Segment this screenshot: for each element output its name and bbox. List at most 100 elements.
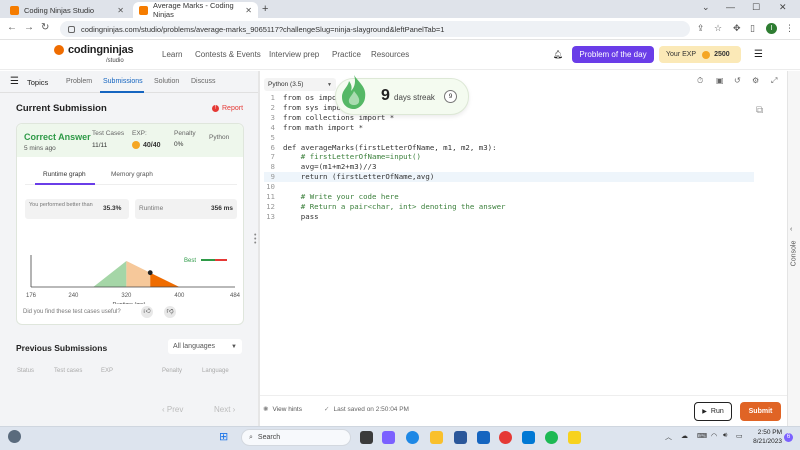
edge-icon[interactable]	[406, 431, 419, 444]
coding-ninjas-logo[interactable]: codingninjas /studio	[54, 44, 134, 64]
code-line[interactable]: 7 # firstLetterOfName=input()	[264, 152, 754, 162]
maximize-icon[interactable]: ☐	[752, 2, 760, 13]
code-line[interactable]: 4 from math import *	[264, 123, 754, 133]
copy-icon[interactable]: ⧉	[756, 105, 763, 116]
url-input[interactable]: codingninjas.com/studio/problems/average…	[60, 21, 690, 37]
code-line[interactable]: 9 return (firstLetterOfName,avg)	[264, 172, 754, 183]
nav-contests-events[interactable]: Contests & Events	[195, 50, 261, 59]
topics-menu-icon[interactable]: ☰	[10, 76, 19, 87]
report-button[interactable]: ! Report	[212, 105, 243, 112]
language-filter-select[interactable]: All languages ▼	[168, 339, 242, 354]
worse-area	[150, 272, 180, 287]
taskbar-search-input[interactable]: ⌕ Search	[241, 429, 351, 446]
next-page-button[interactable]: Next ›	[214, 405, 235, 414]
hamburger-menu-icon[interactable]: ☰	[754, 49, 763, 60]
tab-solution[interactable]: Solution	[154, 78, 179, 85]
reset-code-icon[interactable]: ↺	[734, 76, 741, 85]
weather-icon[interactable]	[8, 430, 21, 443]
clock-date[interactable]: 8/21/2023	[746, 438, 782, 445]
drag-handle-icon[interactable]: • • •	[254, 232, 256, 247]
browser-tab-average-marks[interactable]: Average Marks - Coding Ninjas ✕	[133, 1, 258, 19]
chrome-icon[interactable]	[499, 431, 512, 444]
extensions-icon[interactable]: ✥	[733, 23, 741, 34]
clock-time[interactable]: 2:50 PM	[752, 429, 782, 436]
tab-discuss[interactable]: Discuss	[191, 78, 216, 85]
close-tab-icon[interactable]: ✕	[117, 6, 124, 15]
sidepanel-icon[interactable]: ▯	[750, 23, 755, 34]
thumbs-down-icon[interactable]: 👎︎	[164, 306, 176, 318]
settings-gear-icon[interactable]: ⚙︎	[752, 76, 759, 85]
browser-menu-icon[interactable]: ⋮	[785, 23, 794, 34]
wifi-icon[interactable]: ◠	[711, 432, 717, 440]
tab-title: Coding Ninjas Studio	[24, 5, 95, 15]
language-label: Python	[209, 134, 230, 141]
code-line[interactable]: 5	[264, 133, 754, 143]
chevron-left-icon[interactable]: ‹	[790, 226, 792, 233]
notification-count-badge[interactable]: 6	[784, 433, 793, 442]
code-line[interactable]: 6 def averageMarks(firstLetterOfName, m1,…	[264, 143, 754, 153]
browser-tab-studio[interactable]: Coding Ninjas Studio ✕	[4, 2, 130, 18]
vscode-icon[interactable]	[522, 431, 535, 444]
reload-icon[interactable]: ↻	[41, 22, 49, 33]
back-icon[interactable]: ←	[7, 22, 17, 33]
task-view-icon[interactable]	[360, 431, 373, 444]
battery-icon[interactable]: ▭	[736, 432, 743, 440]
tray-overflow-icon[interactable]: ︿	[665, 432, 672, 442]
volume-icon[interactable]: 🔊︎	[723, 432, 727, 440]
tab-submissions[interactable]: Submissions	[103, 78, 143, 85]
onedrive-icon[interactable]: ☁︎	[681, 432, 688, 440]
notification-bell-icon[interactable]: 🔔︎	[553, 50, 563, 59]
code-editor[interactable]: 1 from os import * 2 from sys import * 3 from…	[264, 93, 754, 393]
tab-runtime-graph[interactable]: Runtime graph	[43, 171, 86, 178]
exp-value: 2500	[714, 51, 730, 58]
nav-practice[interactable]: Practice	[332, 50, 361, 59]
new-tab-icon[interactable]: +	[262, 3, 268, 15]
mail-icon[interactable]	[477, 431, 490, 444]
problem-of-the-day-button[interactable]: Problem of the day	[572, 46, 654, 63]
save-icon[interactable]: ▣	[716, 76, 724, 85]
nav-learn[interactable]: Learn	[162, 50, 182, 59]
pinned-app-icon[interactable]	[568, 431, 581, 444]
thumbs-up-icon[interactable]: 👍︎	[141, 306, 153, 318]
tab-search-icon[interactable]: ⌄	[702, 2, 710, 13]
code-line[interactable]: 13 pass	[264, 212, 754, 222]
tab-topics[interactable]: Topics	[27, 78, 48, 87]
code-line[interactable]: 12 # Return a pair<char, int> denoting t…	[264, 202, 754, 212]
line-number: 1	[270, 93, 275, 102]
code-text: from math import *	[283, 122, 364, 132]
forward-icon[interactable]: →	[24, 22, 34, 33]
windows-start-icon[interactable]: ⊞	[219, 430, 228, 443]
window-close-icon[interactable]: ✕	[779, 2, 787, 13]
prev-page-button[interactable]: ‹ Prev	[162, 405, 183, 414]
x-tick-label: 320	[121, 293, 132, 299]
nav-interview-prep[interactable]: Interview prep	[269, 50, 319, 59]
browser-tab-bar: Coding Ninjas Studio ✕ Average Marks - C…	[0, 0, 800, 19]
exp-pill[interactable]: Your EXP 2500	[659, 46, 741, 63]
keyboard-icon[interactable]: ⌨︎	[697, 432, 707, 440]
editor-language-select[interactable]: Python (3.5) ▼	[264, 78, 336, 91]
fullscreen-icon[interactable]: ⤢	[771, 76, 777, 86]
tab-problem[interactable]: Problem	[66, 78, 92, 85]
run-button[interactable]: ▶ Run	[694, 402, 732, 421]
file-explorer-icon[interactable]	[430, 431, 443, 444]
code-line[interactable]: 8 avg=(m1+m2+m3)//3	[264, 162, 754, 172]
teams-icon[interactable]	[382, 431, 395, 444]
timer-icon[interactable]: ⏱︎	[697, 76, 703, 86]
spotify-icon[interactable]	[545, 431, 558, 444]
bookmark-star-icon[interactable]: ☆	[714, 23, 722, 34]
code-line[interactable]: 3 from collections import *	[264, 113, 754, 123]
feedback-question: Did you find these test cases useful?	[23, 309, 121, 315]
tab-memory-graph[interactable]: Memory graph	[111, 171, 153, 178]
share-icon[interactable]: ⇪	[697, 23, 705, 34]
nav-resources[interactable]: Resources	[371, 50, 409, 59]
profile-avatar[interactable]: I	[766, 23, 777, 34]
code-line[interactable]: 10	[264, 182, 754, 192]
panel-splitter[interactable]	[258, 71, 260, 426]
close-tab-icon[interactable]: ✕	[245, 6, 252, 15]
submit-button[interactable]: Submit	[740, 402, 781, 421]
view-hints-button[interactable]: ✺ View hints	[263, 405, 302, 414]
minimize-icon[interactable]: —	[726, 2, 735, 12]
store-icon[interactable]	[454, 431, 467, 444]
console-toggle[interactable]: Console	[791, 241, 798, 267]
code-line[interactable]: 11 # Write your code here	[264, 192, 754, 202]
